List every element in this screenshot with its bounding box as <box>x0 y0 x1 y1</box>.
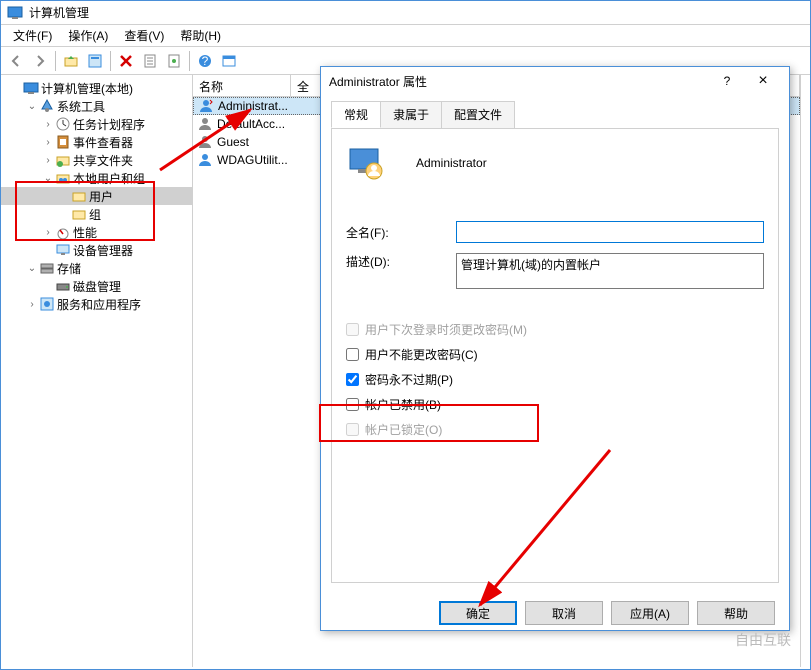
cancel-button[interactable]: 取消 <box>525 601 603 625</box>
profile-header: Administrator <box>346 143 764 183</box>
chk-disabled[interactable] <box>346 398 359 411</box>
toolbar-sep <box>110 51 111 71</box>
toolbar-sep <box>189 51 190 71</box>
user-icon <box>197 152 213 168</box>
tree-devicemgr[interactable]: 设备管理器 <box>1 241 192 259</box>
properties-icon[interactable] <box>84 50 106 72</box>
app-icon <box>7 5 23 21</box>
help-button[interactable]: 帮助 <box>697 601 775 625</box>
fullname-row: 全名(F): <box>346 221 764 243</box>
menu-file[interactable]: 文件(F) <box>5 25 60 46</box>
username-label: Administrator <box>416 156 487 170</box>
chk-locked-row: 帐户已锁定(O) <box>346 421 764 438</box>
user-icon <box>197 116 213 132</box>
tree-groups[interactable]: 组 <box>1 205 192 223</box>
properties-dialog: Administrator 属性 ? × 常规 隶属于 配置文件 Adminis… <box>320 66 790 631</box>
toolbar-sep <box>55 51 56 71</box>
fullname-input[interactable] <box>456 221 764 243</box>
description-row: 描述(D): <box>346 253 764 289</box>
tab-memberof[interactable]: 隶属于 <box>380 101 442 128</box>
description-input[interactable] <box>456 253 764 289</box>
watermark: 自由互联 <box>735 630 791 650</box>
actions-pane <box>800 75 810 667</box>
chk-neverexpire[interactable] <box>346 373 359 386</box>
tree-eventviewer[interactable]: ›事件查看器 <box>1 133 192 151</box>
nav-back-icon[interactable] <box>5 50 27 72</box>
tree-services[interactable]: ›服务和应用程序 <box>1 295 192 313</box>
ok-button[interactable]: 确定 <box>439 601 517 625</box>
chk-cannotchange-row[interactable]: 用户不能更改密码(C) <box>346 346 764 363</box>
menu-action[interactable]: 操作(A) <box>60 25 116 46</box>
menubar: 文件(F) 操作(A) 查看(V) 帮助(H) <box>1 25 810 47</box>
chk-cannotchange[interactable] <box>346 348 359 361</box>
menu-help[interactable]: 帮助(H) <box>172 25 229 46</box>
apply-button[interactable]: 应用(A) <box>611 601 689 625</box>
dialog-titlebar: Administrator 属性 ? × <box>321 67 789 95</box>
dialog-body: Administrator 全名(F): 描述(D): 用户下次登录时须更改密码… <box>331 128 779 583</box>
user-icon <box>197 134 213 150</box>
nav-tree: 计算机管理(本地) ⌄系统工具 ›任务计划程序 ›事件查看器 ›共享文件夹 ⌄本… <box>1 75 193 667</box>
user-icon <box>198 98 214 114</box>
user-large-icon <box>346 143 386 183</box>
tree-scheduler[interactable]: ›任务计划程序 <box>1 115 192 133</box>
tree-localusers[interactable]: ⌄本地用户和组 <box>1 169 192 187</box>
tree-storage[interactable]: ⌄存储 <box>1 259 192 277</box>
refresh-icon[interactable] <box>139 50 161 72</box>
titlebar: 计算机管理 <box>1 1 810 25</box>
export-icon[interactable] <box>163 50 185 72</box>
tree-root[interactable]: 计算机管理(本地) <box>1 79 192 97</box>
tree-systools[interactable]: ⌄系统工具 <box>1 97 192 115</box>
tab-general[interactable]: 常规 <box>331 101 381 128</box>
dialog-tabs: 常规 隶属于 配置文件 <box>321 95 789 128</box>
chk-mustchange <box>346 323 359 336</box>
tab-profile[interactable]: 配置文件 <box>441 101 515 128</box>
dialog-title: Administrator 属性 <box>329 73 427 90</box>
up-icon[interactable] <box>60 50 82 72</box>
tree-diskmgmt[interactable]: 磁盘管理 <box>1 277 192 295</box>
nav-fwd-icon[interactable] <box>29 50 51 72</box>
chk-locked <box>346 423 359 436</box>
dialog-close-button[interactable]: × <box>745 69 781 93</box>
tree-sharedfolders[interactable]: ›共享文件夹 <box>1 151 192 169</box>
tree-performance[interactable]: ›性能 <box>1 223 192 241</box>
svg-text:?: ? <box>202 54 209 68</box>
help-icon[interactable]: ? <box>194 50 216 72</box>
dialog-buttons: 确定 取消 应用(A) 帮助 <box>321 593 789 633</box>
delete-icon[interactable] <box>115 50 137 72</box>
col-name[interactable]: 名称 <box>193 75 291 96</box>
menu-view[interactable]: 查看(V) <box>116 25 172 46</box>
chk-mustchange-row: 用户下次登录时须更改密码(M) <box>346 321 764 338</box>
fullname-label: 全名(F): <box>346 224 456 241</box>
chk-neverexpire-row[interactable]: 密码永不过期(P) <box>346 371 764 388</box>
description-label: 描述(D): <box>346 253 456 270</box>
chk-disabled-row[interactable]: 帐户已禁用(B) <box>346 396 764 413</box>
tree-users[interactable]: 用户 <box>1 187 192 205</box>
dialog-help-button[interactable]: ? <box>709 69 745 93</box>
show-hide-icon[interactable] <box>218 50 240 72</box>
window-title: 计算机管理 <box>29 4 89 21</box>
